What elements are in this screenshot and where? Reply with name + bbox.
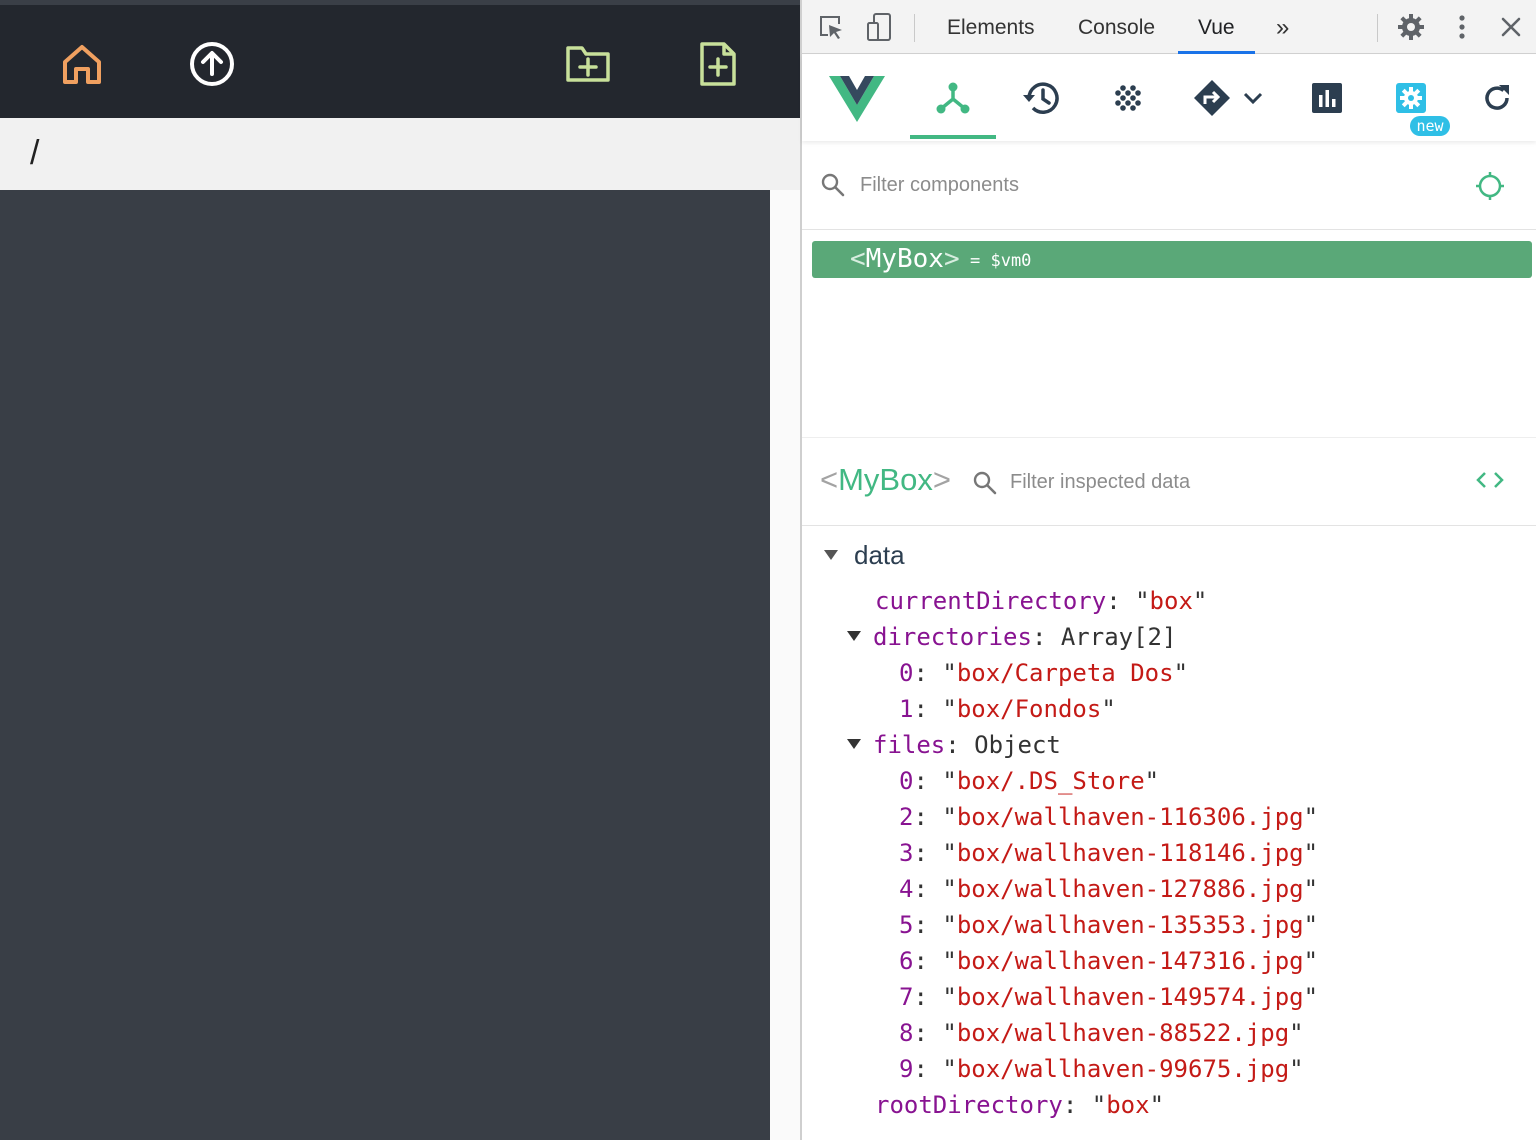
new-file-button[interactable] — [693, 39, 743, 89]
list-item[interactable]: 2: "box/wallhaven-116306.jpg" — [899, 799, 1318, 835]
refresh-icon — [1485, 85, 1509, 110]
vue-logo — [828, 73, 886, 123]
list-item[interactable]: 1: "box/Fondos" — [899, 691, 1116, 727]
new-folder-icon — [566, 46, 610, 82]
routing-icon — [1194, 80, 1230, 116]
bar-chart-icon — [1312, 83, 1342, 113]
select-component-target-icon[interactable] — [1474, 170, 1506, 202]
search-icon — [973, 471, 997, 495]
list-item[interactable]: 0: "box/Carpeta Dos" — [899, 655, 1188, 691]
data-section-toggle[interactable]: data — [824, 539, 905, 571]
field-files[interactable]: files: Object — [847, 727, 1061, 763]
upload-button[interactable] — [187, 39, 237, 89]
timeline-tab[interactable] — [1017, 73, 1063, 123]
new-file-icon — [700, 42, 736, 86]
list-item[interactable]: 7: "box/wallhaven-149574.jpg" — [899, 979, 1318, 1015]
field-currentDirectory[interactable]: currentDirectory: "box" — [875, 583, 1207, 619]
vuex-tab[interactable] — [1105, 73, 1151, 123]
upload-icon — [190, 42, 234, 86]
file-list-area[interactable] — [0, 190, 770, 1140]
tree-item-mybox[interactable]: <MyBox> = $vm0 — [812, 241, 1532, 278]
refresh-button[interactable] — [1474, 73, 1520, 123]
tab-elements[interactable]: Elements — [943, 0, 1039, 54]
section-label: data — [854, 539, 905, 570]
devtools-panel: Elements Console Vue » new Filter compon… — [802, 0, 1536, 1140]
new-folder-button[interactable] — [563, 39, 613, 89]
scrollbar-track[interactable] — [770, 190, 800, 1140]
list-item[interactable]: 6: "box/wallhaven-147316.jpg" — [899, 943, 1318, 979]
list-item[interactable]: 9: "box/wallhaven-99675.jpg" — [899, 1051, 1304, 1087]
history-icon — [1023, 82, 1059, 114]
inspect-element-button[interactable] — [816, 12, 846, 42]
device-toggle-icon — [867, 13, 891, 41]
performance-tab[interactable] — [1304, 73, 1350, 123]
filter-inspected-data-input[interactable] — [1010, 464, 1440, 500]
vue-logo-icon — [829, 76, 885, 122]
new-badge: new — [1410, 116, 1450, 136]
devtools-close-button[interactable] — [1496, 12, 1526, 42]
more-tabs-button[interactable]: » — [1272, 0, 1293, 54]
inspector-header: <MyBox> — [802, 437, 1536, 526]
field-rootDirectory[interactable]: rootDirectory: "box" — [875, 1087, 1164, 1123]
component-tag: <MyBox> — [850, 244, 960, 274]
list-item[interactable]: 4: "box/wallhaven-127886.jpg" — [899, 871, 1318, 907]
list-item[interactable]: 8: "box/wallhaven-88522.jpg" — [899, 1015, 1304, 1051]
devtools-tabbar: Elements Console Vue » — [802, 0, 1536, 54]
chevron-down-icon — [1243, 92, 1263, 105]
inspector-data: data currentDirectory: "box" directories… — [802, 527, 1536, 1140]
current-path-bar: / — [0, 118, 800, 190]
search-icon — [821, 173, 845, 197]
routing-tab[interactable] — [1190, 73, 1266, 123]
component-tree: <MyBox> = $vm0 — [802, 231, 1536, 436]
devtools-menu-button[interactable] — [1447, 12, 1477, 42]
list-item[interactable]: 5: "box/wallhaven-135353.jpg" — [899, 907, 1318, 943]
close-icon — [1501, 17, 1521, 37]
vue-devtools-toolbar: new — [802, 55, 1536, 141]
device-toolbar-button[interactable] — [864, 12, 894, 42]
code-brackets-icon[interactable] — [1476, 470, 1504, 490]
active-tab-indicator — [910, 135, 996, 139]
filter-components-input[interactable] — [860, 166, 1440, 204]
gear-icon — [1398, 14, 1424, 40]
expand-triangle-icon — [847, 631, 861, 641]
field-directories[interactable]: directories: Array[2] — [847, 619, 1176, 655]
tab-vue[interactable]: Vue — [1178, 0, 1255, 54]
home-button[interactable] — [57, 39, 107, 89]
devtools-settings-button[interactable] — [1396, 12, 1426, 42]
settings-icon — [1396, 83, 1426, 113]
app-toolbar — [0, 0, 800, 118]
vuex-dots-icon — [1115, 85, 1141, 111]
filter-components-bar — [802, 142, 1536, 230]
expand-triangle-icon — [847, 739, 861, 749]
inspect-element-icon — [820, 16, 842, 39]
components-tab[interactable] — [930, 73, 976, 123]
file-manager-app: / — [0, 0, 800, 1140]
home-icon — [63, 45, 101, 84]
vm-reference: = $vm0 — [970, 251, 1032, 271]
kebab-menu-icon — [1459, 15, 1465, 39]
tabbar-separator — [914, 14, 915, 42]
list-item[interactable]: 0: "box/.DS_Store" — [899, 763, 1159, 799]
tabbar-separator — [1377, 14, 1378, 42]
tab-console[interactable]: Console — [1074, 0, 1159, 54]
current-path: / — [30, 134, 40, 172]
inspected-component-name: <MyBox> — [820, 462, 951, 497]
expand-triangle-icon — [824, 550, 838, 560]
list-item[interactable]: 3: "box/wallhaven-118146.jpg" — [899, 835, 1318, 871]
components-icon — [936, 82, 970, 114]
